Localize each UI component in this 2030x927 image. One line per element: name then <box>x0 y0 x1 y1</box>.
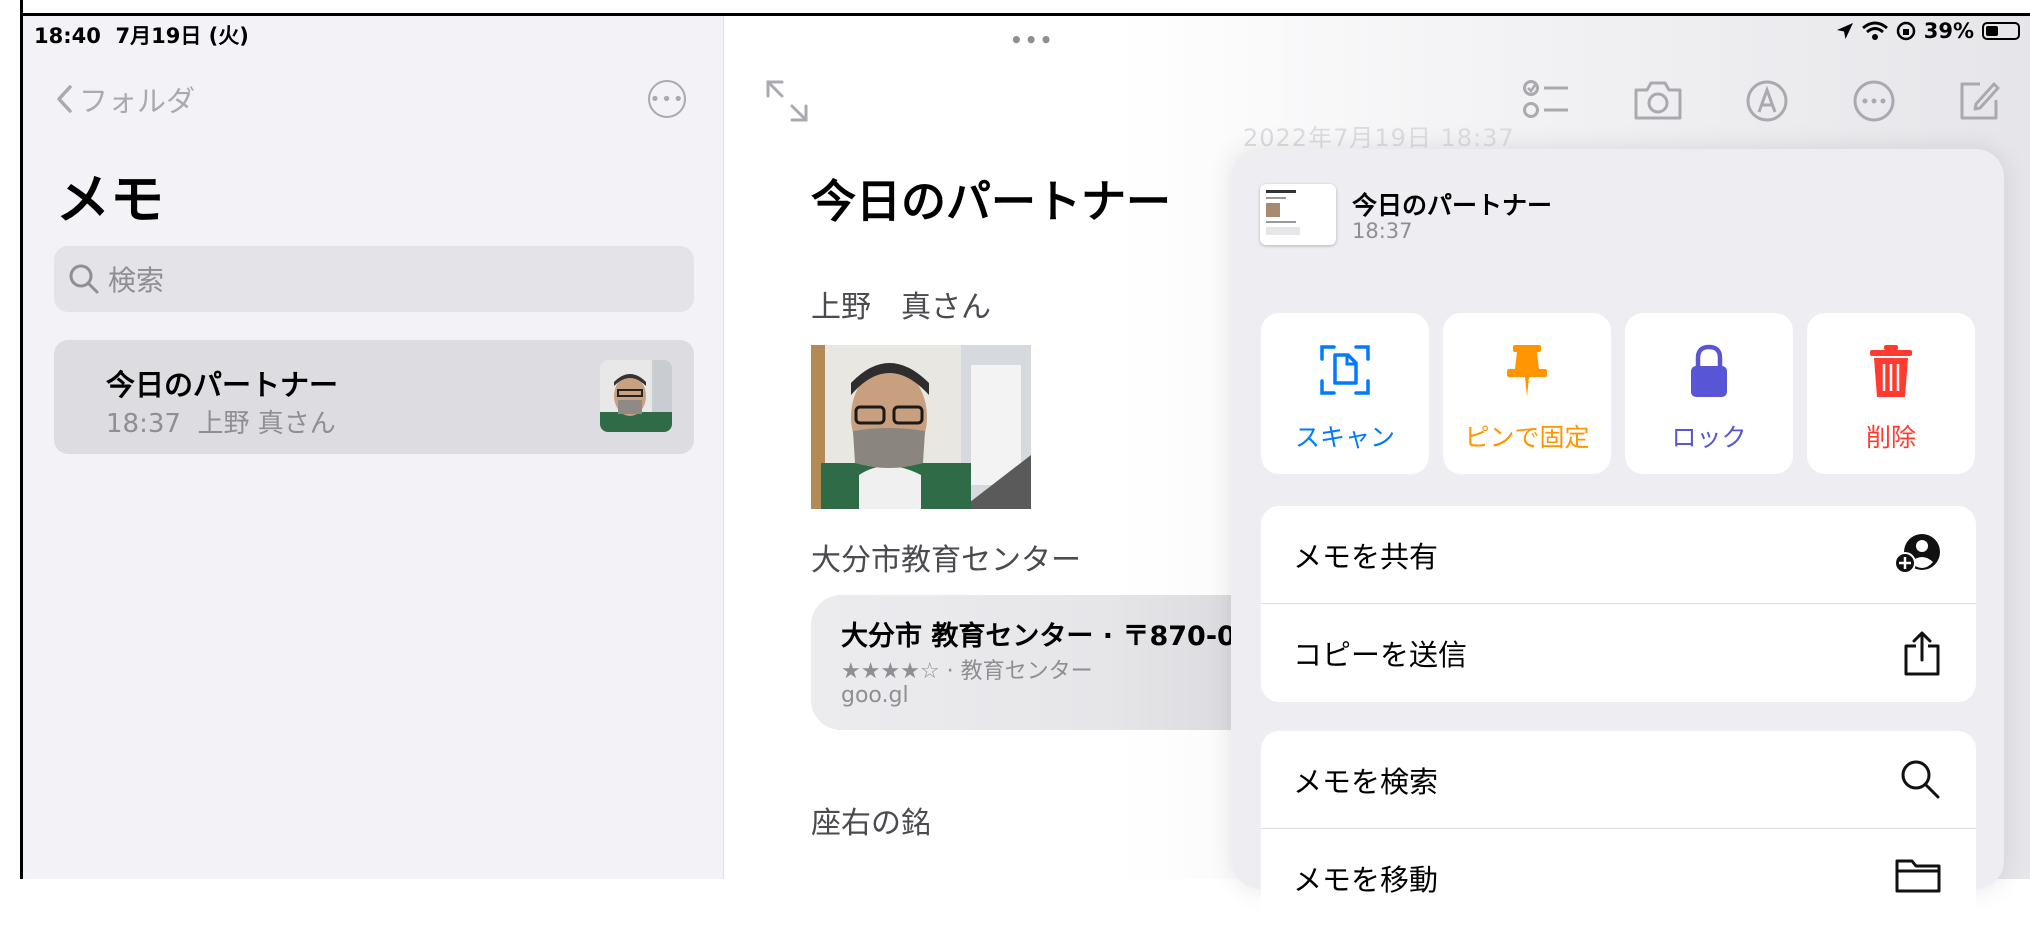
clock: 18:40 <box>34 24 101 48</box>
location-icon <box>1836 23 1853 39</box>
note-thumbnail <box>600 360 672 432</box>
move-note-label: メモを移動 <box>1293 863 1439 897</box>
back-label: フォルダ <box>79 84 196 118</box>
scan-label: スキャン <box>1294 423 1395 452</box>
rating-stars: ★★★★☆ <box>841 659 940 684</box>
date: 7月19日 (火) <box>115 24 249 48</box>
search-icon <box>1901 760 1940 799</box>
sidebar-more-button[interactable]: ••• <box>648 80 686 118</box>
pin-label: ピンで固定 <box>1464 423 1590 452</box>
share-note-row[interactable]: メモを共有 <box>1261 506 1976 604</box>
orientation-lock-icon <box>1896 21 1915 41</box>
send-copy-label: コピーを送信 <box>1293 638 1468 672</box>
status-indicators: 39% <box>1836 19 2020 43</box>
actions-group: メモを検索 メモを移動 <box>1261 731 1976 927</box>
note-section[interactable]: 座右の銘 <box>811 798 931 842</box>
note-list-time: 18:37 <box>106 409 181 439</box>
share-up-icon <box>1904 631 1940 676</box>
battery-percent: 39% <box>1923 19 1974 43</box>
trash-icon <box>1870 345 1912 397</box>
note-list-preview: 上野 真さん <box>197 409 336 439</box>
find-in-note-row[interactable]: メモを検索 <box>1261 731 1976 829</box>
markup-icon[interactable] <box>1744 78 1790 124</box>
scan-button[interactable]: スキャン <box>1261 313 1429 474</box>
note-preview-icon <box>1260 184 1336 245</box>
chevron-left-icon <box>57 85 72 113</box>
top-frame <box>0 0 2030 16</box>
send-copy-row[interactable]: コピーを送信 <box>1261 604 1976 702</box>
search-placeholder: 検索 <box>108 264 165 297</box>
search-input[interactable]: 検索 <box>54 246 694 312</box>
delete-label: 削除 <box>1865 423 1916 452</box>
note-person[interactable]: 上野 真さん <box>811 282 991 326</box>
share-note-label: メモを共有 <box>1293 540 1439 574</box>
search-icon <box>69 264 99 294</box>
link-card-subtitle: ★★★★☆ · 教育センター <box>841 653 1093 685</box>
checklist-icon[interactable] <box>1522 78 1570 122</box>
ellipsis-icon: ••• <box>649 88 685 110</box>
share-group: メモを共有 コピーを送信 <box>1261 506 1976 702</box>
delete-button[interactable]: 削除 <box>1807 313 1975 474</box>
scan-document-icon <box>1320 345 1370 395</box>
menu-note-title: 今日のパートナー <box>1352 191 1553 220</box>
battery-fill <box>1986 26 1998 36</box>
share-person-icon <box>1894 534 1940 574</box>
status-time: 18:40 7月19日 (火) <box>34 20 249 50</box>
link-card-title: 大分市 教育センター · 〒870-00 <box>841 621 1231 652</box>
compose-icon[interactable] <box>1956 78 2002 124</box>
note-place[interactable]: 大分市教育センター <box>811 535 1081 579</box>
folder-icon <box>1895 859 1941 893</box>
back-to-folders-button[interactable]: フォルダ <box>55 78 195 120</box>
lock-button[interactable]: ロック <box>1625 313 1793 474</box>
note-list-item[interactable]: 今日のパートナー 18:37 上野 真さん <box>54 340 694 454</box>
note-title[interactable]: 今日のパートナー <box>811 165 1171 230</box>
more-icon[interactable] <box>1851 78 1897 124</box>
pin-icon <box>1507 345 1547 397</box>
move-note-row[interactable]: メモを移動 <box>1261 829 1976 927</box>
camera-icon[interactable] <box>1632 78 1684 122</box>
note-actions-menu: 今日のパートナー 18:37 スキャン ピンで固定 ロック 削除 メモを共有 コ… <box>1232 149 2004 927</box>
link-card-category: · 教育センター <box>946 659 1093 684</box>
pin-button[interactable]: ピンで固定 <box>1443 313 1611 474</box>
note-date-ghost: 2022年7月19日 18:37 <box>1243 124 1515 152</box>
page-title: メモ <box>56 168 164 231</box>
link-card-domain: goo.gl <box>841 683 909 708</box>
map-link-card[interactable]: 大分市 教育センター · 〒870-00 ★★★★☆ · 教育センター goo.… <box>811 595 1231 730</box>
left-frame <box>0 0 23 879</box>
find-in-note-label: メモを検索 <box>1293 765 1439 799</box>
note-photo[interactable] <box>811 345 1031 509</box>
lock-icon <box>1691 344 1727 397</box>
menu-note-time: 18:37 <box>1352 219 1413 243</box>
note-list-meta: 18:37 上野 真さん <box>106 403 336 440</box>
wifi-icon <box>1861 21 1888 40</box>
multitasking-dots[interactable]: ••• <box>1010 28 1054 52</box>
expand-icon[interactable] <box>764 78 810 124</box>
battery-icon <box>1982 22 2020 40</box>
note-list-title: 今日のパートナー <box>106 368 339 402</box>
lock-label: ロック <box>1671 423 1747 452</box>
